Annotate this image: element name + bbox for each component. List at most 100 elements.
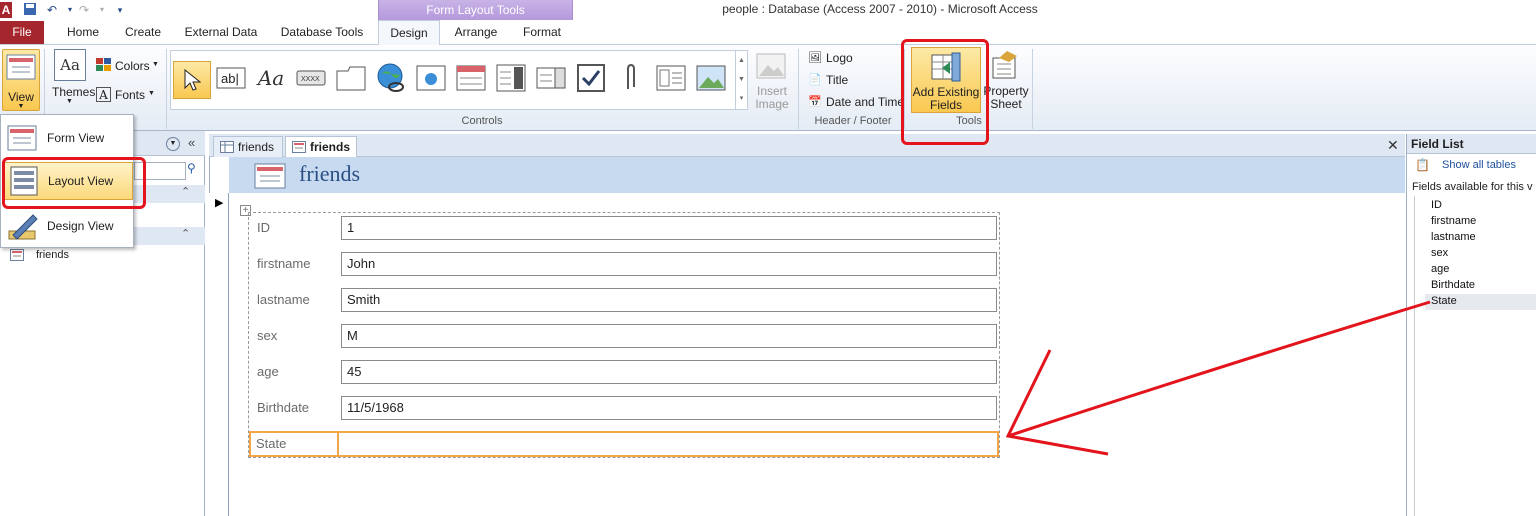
doc-tab-friends-form[interactable]: friends [285, 136, 357, 157]
document-tabs: friends friends ✕ [209, 134, 1405, 157]
search-icon[interactable]: ⚲ [187, 161, 196, 175]
themes-label[interactable]: Themes [52, 85, 95, 99]
gallery-scroll[interactable]: ▲ ▼ ▾ [735, 51, 747, 109]
title-icon[interactable]: 📄 [808, 73, 822, 86]
field-label-firstname[interactable]: firstname [257, 256, 310, 271]
insert-image-icon [755, 51, 787, 81]
nav-item-friends[interactable]: friends [36, 249, 69, 261]
field-list-item[interactable]: firstname [1431, 215, 1476, 227]
insert-image-label: Insert Image [755, 84, 789, 111]
fonts-dropdown-icon[interactable]: ▼ [148, 90, 155, 97]
field-list-item[interactable]: sex [1431, 247, 1448, 259]
menu-item-design-view[interactable]: Design View [3, 207, 133, 245]
field-input-sex[interactable]: M [341, 324, 997, 348]
field-label-id[interactable]: ID [257, 220, 270, 235]
doc-tab-friends-table[interactable]: friends [213, 136, 283, 157]
logo-button[interactable]: Logo [826, 51, 853, 65]
tab-design[interactable]: Design [378, 20, 440, 46]
collapse-group-icon[interactable]: ⌃ [181, 227, 190, 240]
form-title-icon [254, 163, 286, 189]
form-title[interactable]: friends [299, 161, 360, 187]
title-button[interactable]: Title [826, 73, 848, 87]
colors-icon[interactable] [96, 58, 112, 72]
field-input-id[interactable]: 1 [341, 216, 997, 240]
subform-control-icon[interactable] [654, 61, 688, 95]
field-label-age[interactable]: age [257, 364, 279, 379]
combo-box-control-icon[interactable] [534, 61, 568, 95]
field-input-state[interactable] [341, 433, 997, 455]
tab-external-data[interactable]: External Data [180, 20, 262, 45]
date-time-button[interactable]: Date and Time [826, 95, 904, 109]
colors-button[interactable]: Colors [115, 59, 150, 73]
tab-home[interactable]: Home [60, 20, 106, 45]
field-label-birthdate[interactable]: Birthdate [257, 400, 309, 415]
field-input-lastname[interactable]: Smith [341, 288, 997, 312]
undo-icon[interactable]: ↶ [44, 2, 60, 18]
web-browser-control-icon[interactable] [414, 61, 448, 95]
redo-dropdown-icon: ▾ [99, 5, 104, 14]
redo-icon: ↷ [78, 3, 90, 17]
record-selector[interactable]: ▶ [209, 193, 229, 516]
field-label-state[interactable]: State [256, 436, 286, 451]
property-sheet-label[interactable]: Property Sheet [982, 85, 1030, 111]
field-label-lastname[interactable]: lastname [257, 292, 310, 307]
logo-icon[interactable]: 🖼 [808, 51, 822, 64]
button-control-icon[interactable]: XXXX [294, 61, 328, 95]
field-list-item[interactable]: ID [1431, 199, 1442, 211]
design-view-icon [8, 214, 38, 240]
themes-icon[interactable]: Aa [54, 49, 86, 81]
form-view-icon [7, 125, 37, 151]
field-input-firstname[interactable]: John [341, 252, 997, 276]
doc-tab-label: friends [238, 140, 275, 154]
access-logo-icon[interactable]: A [0, 2, 12, 18]
tab-create[interactable]: Create [118, 20, 168, 45]
form-object-icon [10, 249, 24, 264]
label-control-icon[interactable]: Aa [254, 61, 288, 95]
field-list-item[interactable]: lastname [1431, 231, 1476, 243]
tab-arrange[interactable]: Arrange [448, 20, 504, 45]
svg-text:ab|: ab| [221, 71, 239, 86]
save-icon[interactable] [22, 2, 38, 18]
themes-dropdown-icon[interactable]: ▼ [66, 98, 73, 105]
form-view-label: Form View [47, 131, 105, 145]
date-time-icon[interactable]: 📅 [808, 95, 822, 108]
field-label-sex[interactable]: sex [257, 328, 277, 343]
show-all-tables-icon[interactable]: 📋 [1415, 158, 1430, 172]
ribbon-tabs: File Home Create External Data Database … [0, 20, 1536, 46]
fonts-icon[interactable]: A [96, 87, 111, 102]
field-list-item[interactable]: age [1431, 263, 1449, 275]
check-box-control-icon[interactable] [574, 61, 608, 95]
field-input-birthdate[interactable]: 11/5/1968 [341, 396, 997, 420]
controls-group-label: Controls [461, 115, 503, 127]
select-pointer-icon[interactable] [173, 61, 211, 99]
tab-database-tools[interactable]: Database Tools [274, 20, 370, 45]
colors-dropdown-icon[interactable]: ▼ [152, 61, 159, 68]
collapse-nav-icon[interactable]: « [188, 135, 195, 150]
tab-format[interactable]: Format [514, 20, 570, 45]
fonts-button[interactable]: Fonts [115, 88, 145, 102]
menu-item-form-view[interactable]: Form View [3, 119, 133, 157]
option-group-control-icon[interactable] [494, 61, 528, 95]
fields-available-label: Fields available for this v [1412, 181, 1533, 193]
navigation-control-icon[interactable] [454, 61, 488, 95]
collapse-group-icon[interactable]: ⌃ [181, 185, 190, 198]
tab-file[interactable]: File [0, 21, 44, 44]
tab-control-icon[interactable] [334, 61, 368, 95]
ribbon: View ▼ Aa Themes ▼ Colors ▼ A Fonts ▼ ab… [0, 45, 1536, 131]
doc-tab-label: friends [310, 140, 351, 154]
annotation-arrow [1005, 300, 1431, 456]
customize-qat-icon[interactable]: ▾ [112, 2, 128, 18]
view-button[interactable]: View ▼ [2, 49, 40, 111]
close-document-icon[interactable]: ✕ [1387, 137, 1399, 154]
field-input-age[interactable]: 45 [341, 360, 997, 384]
attachment-control-icon[interactable] [614, 61, 648, 95]
design-view-label: Design View [47, 219, 114, 233]
header-footer-group-label: Header / Footer [814, 115, 892, 127]
image-control-icon[interactable] [694, 61, 728, 95]
show-all-tables-link[interactable]: Show all tables [1442, 159, 1516, 171]
hyperlink-control-icon[interactable] [374, 61, 408, 95]
property-sheet-icon[interactable] [988, 49, 1020, 81]
nav-menu-chevron-icon[interactable]: ▼ [166, 137, 180, 151]
form-icon [292, 141, 306, 153]
text-box-control-icon[interactable]: ab| [214, 61, 248, 95]
